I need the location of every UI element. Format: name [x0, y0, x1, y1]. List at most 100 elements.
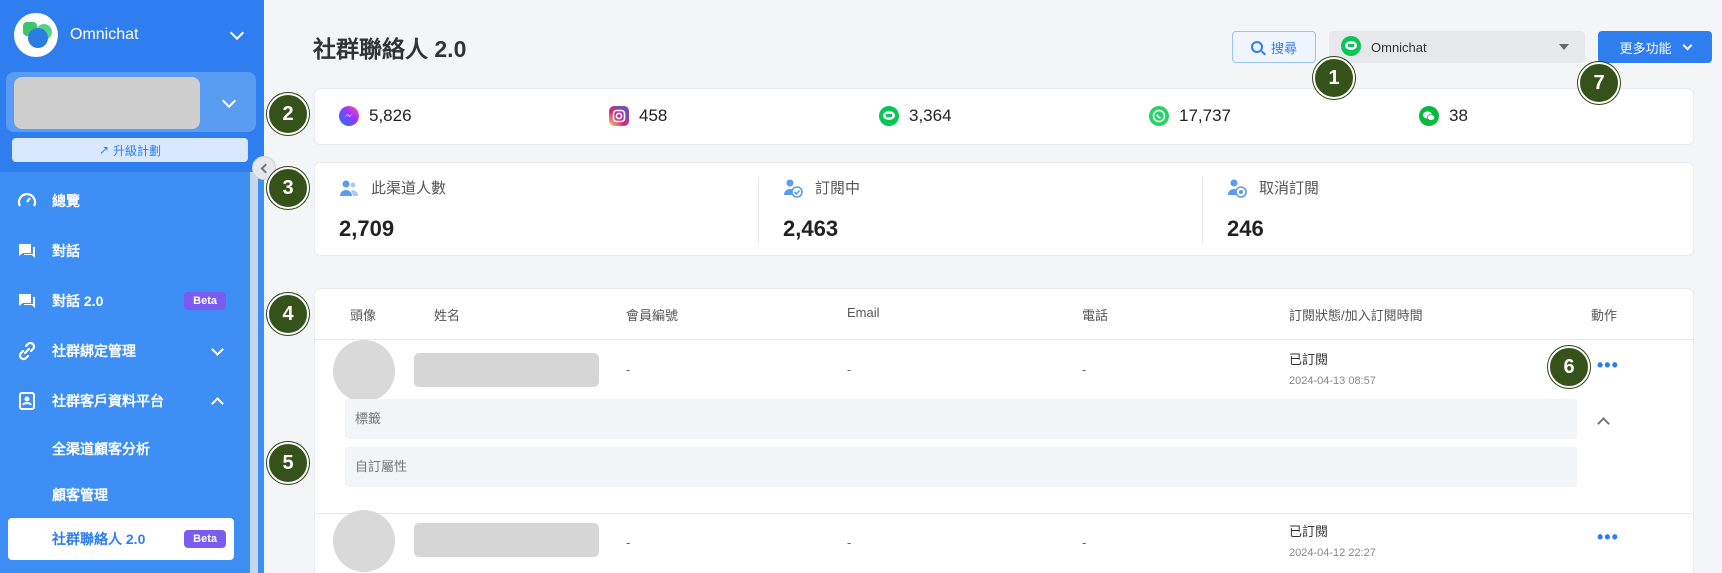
annotation-badge: 7 — [1578, 62, 1620, 104]
sidebar-subitem-omnichannel-analysis[interactable]: 全渠道顧客分析 — [0, 426, 248, 472]
sidebar-item-social-binding[interactable]: 社群綁定管理 — [0, 326, 248, 376]
search-label: 搜尋 — [1270, 40, 1297, 56]
stat-line: 3,364 — [879, 106, 952, 126]
tags-label: 標籤 — [355, 411, 382, 426]
workspace-switcher[interactable] — [6, 72, 256, 132]
instagram-icon — [609, 106, 629, 126]
annotation-badge: 3 — [267, 167, 309, 209]
contacts-table: 頭像 姓名 會員編號 Email 電話 訂閱狀態/加入訂閱時間 動作 - - -… — [314, 288, 1694, 573]
link-icon — [16, 340, 38, 362]
upgrade-plan-label: 升級計劃 — [113, 143, 162, 158]
contact-card-icon — [16, 390, 38, 412]
sidebar-item-label: 社群綁定管理 — [52, 343, 136, 359]
more-features-label: 更多功能 — [1619, 40, 1672, 56]
column-header: 電話 — [1082, 308, 1109, 323]
chevron-down-icon — [1682, 40, 1692, 50]
stat-value: 17,737 — [1179, 106, 1231, 125]
stat-value: 38 — [1449, 106, 1468, 125]
user-remove-icon — [1228, 179, 1247, 198]
whatsapp-icon — [1149, 106, 1169, 126]
search-icon — [1250, 41, 1263, 53]
users-icon — [340, 180, 358, 196]
subscription-status: 已訂閱 — [1289, 352, 1329, 367]
column-header: 訂閱狀態/加入訂閱時間 — [1289, 308, 1423, 323]
search-button[interactable]: 搜尋 — [1232, 31, 1316, 63]
divider — [315, 513, 1693, 514]
caret-down-icon — [1559, 44, 1569, 50]
avatar — [333, 340, 395, 402]
annotation-badge: 4 — [267, 293, 309, 335]
avatar — [333, 510, 395, 572]
chevron-up-icon — [211, 396, 224, 410]
summary-value: 246 — [1227, 216, 1264, 241]
stat-messenger: 5,826 — [339, 106, 412, 126]
subscription-status: 已訂閱 — [1289, 524, 1329, 539]
sidebar-header: Omnichat ↗ 升級計劃 — [0, 0, 264, 172]
sidebar-item-overview[interactable]: 總覽 — [0, 176, 248, 226]
stat-whatsapp: 17,737 — [1149, 106, 1231, 126]
page-title: 社群聯絡人 2.0 — [313, 36, 467, 62]
column-header: 會員編號 — [626, 308, 679, 323]
custom-attributes-section[interactable]: 自訂屬性 — [345, 447, 1577, 487]
row-actions-menu[interactable]: ••• — [1597, 527, 1619, 548]
summary-value: 2,709 — [339, 216, 395, 241]
member-id-cell: - — [626, 535, 631, 550]
user-check-icon — [784, 179, 803, 198]
column-header: 姓名 — [434, 308, 461, 323]
stat-instagram: 458 — [609, 106, 667, 126]
summary-unsubscribed: 取消訂閱 246 — [1227, 177, 1319, 242]
sidebar-item-conversations-2[interactable]: 對話 2.0 Beta — [0, 276, 248, 326]
beta-badge: Beta — [184, 530, 226, 548]
subscription-time: 2024-04-13 08:57 — [1289, 375, 1376, 387]
chat-bubble-icon — [16, 240, 38, 262]
email-cell: - — [847, 535, 852, 550]
summary-total: 此渠道人數 2,709 — [339, 177, 446, 242]
summary-value: 2,463 — [783, 216, 839, 241]
sidebar: Omnichat ↗ 升級計劃 總覽 對話 對話 2.0 Beta 社群綁定管理… — [0, 0, 264, 573]
subscription-summary: 此渠道人數 2,709 訂閱中 2,463 取消訂閱 246 — [314, 162, 1694, 256]
sidebar-item-label: 對話 2.0 — [52, 293, 104, 309]
summary-label: 訂閱中 — [815, 180, 861, 197]
upgrade-plan-button[interactable]: ↗ 升級計劃 — [12, 138, 248, 162]
annotation-badge: 6 — [1548, 346, 1590, 388]
collapse-row-chevron-up-icon[interactable] — [1597, 417, 1610, 430]
line-icon — [1341, 35, 1361, 59]
divider — [1202, 177, 1203, 243]
phone-cell: - — [1082, 362, 1087, 377]
tags-section[interactable]: 標籤 — [345, 399, 1577, 439]
more-features-button[interactable]: 更多功能 — [1598, 31, 1712, 63]
sidebar-item-social-cdp[interactable]: 社群客戶資料平台 — [0, 376, 248, 426]
sidebar-item-label: 顧客管理 — [52, 487, 108, 503]
channel-select-value: Omnichat — [1371, 39, 1427, 55]
name-placeholder — [414, 353, 599, 387]
workspace-avatar — [14, 77, 200, 129]
chevron-down-icon — [229, 25, 245, 40]
email-cell: - — [847, 362, 852, 377]
column-header: 頭像 — [350, 308, 377, 323]
channel-select[interactable]: Omnichat — [1329, 31, 1585, 63]
stat-value: 458 — [639, 106, 668, 125]
sidebar-scrollbar[interactable] — [250, 172, 258, 573]
chevron-left-icon — [260, 163, 271, 173]
summary-label: 此渠道人數 — [371, 180, 447, 197]
sidebar-item-label: 總覽 — [52, 193, 80, 209]
summary-label: 取消訂閱 — [1259, 180, 1320, 197]
row-actions-menu[interactable]: ••• — [1597, 355, 1619, 376]
sidebar-item-conversations[interactable]: 對話 — [0, 226, 248, 276]
summary-subscribed: 訂閱中 2,463 — [783, 177, 860, 242]
sidebar-subitem-customer-management[interactable]: 顧客管理 — [0, 472, 248, 518]
subscription-time: 2024-04-12 22:27 — [1289, 547, 1376, 559]
annotation-badge: 5 — [267, 442, 309, 484]
column-header: 動作 — [1591, 308, 1618, 323]
member-id-cell: - — [626, 362, 631, 377]
sidebar-subitem-social-contacts-2[interactable]: 社群聯絡人 2.0 Beta — [8, 518, 234, 560]
brand-switcher[interactable]: Omnichat — [14, 12, 250, 58]
annotation-badge: 1 — [1313, 57, 1355, 99]
stat-wechat: 38 — [1419, 106, 1468, 126]
sidebar-item-label: 社群聯絡人 2.0 — [52, 531, 146, 547]
annotation-badge: 2 — [267, 93, 309, 135]
beta-badge: Beta — [184, 292, 226, 310]
stat-value: 3,364 — [909, 106, 952, 125]
chevron-down-icon — [211, 342, 224, 356]
divider — [315, 339, 1693, 340]
